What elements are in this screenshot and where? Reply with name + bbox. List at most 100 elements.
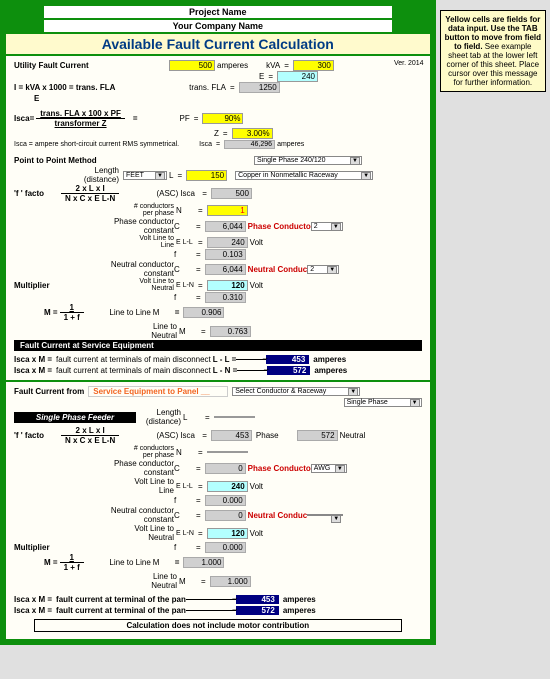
res2-formula: Isca x M = <box>14 366 52 375</box>
kva-input[interactable]: 300 <box>293 60 334 71</box>
cpp-input-2[interactable] <box>207 451 248 453</box>
multiplier-label: Multiplier <box>14 281 129 290</box>
phase-cond-dd[interactable]: 2 <box>311 222 343 231</box>
ncc-label-2: Neutral conductor constant <box>99 506 174 524</box>
result-ll: 453 <box>266 355 309 364</box>
z-input[interactable]: 3.00% <box>232 128 273 139</box>
m1-value: 0.906 <box>183 307 224 318</box>
c-label-4: C <box>174 511 192 520</box>
asc-label-2: (ASC) <box>133 431 180 440</box>
f-factor: 'f ' facto <box>14 189 59 198</box>
panel-feeder: Fault Current from Service Equipment to … <box>6 382 430 639</box>
volt-3: Volt <box>250 482 263 491</box>
ln-2: Line to Neutral <box>132 572 179 590</box>
volt-2: Volt <box>250 281 263 290</box>
vll-label-2: Volt Line to Line <box>129 477 176 495</box>
ncc-value: 6,044 <box>205 264 246 275</box>
m-eq-2: M = <box>44 558 58 567</box>
cond-raceway-dd[interactable]: Select Conductor & Raceway <box>232 387 360 396</box>
ll-label: Line to Line <box>106 308 153 317</box>
neutral-cond-label: Neutral Conduc <box>248 265 308 274</box>
amp-4: amperes <box>283 606 316 615</box>
asc-value-2: 453 <box>211 430 252 441</box>
asc-value: 500 <box>211 188 252 199</box>
amp-1: amperes <box>313 355 346 364</box>
f-factor-2: 'f ' facto <box>14 431 59 440</box>
se-to-panel[interactable]: Service Equipment to Panel __ <box>88 386 228 397</box>
length-input-2[interactable] <box>214 416 255 418</box>
arrow-icon <box>236 359 266 360</box>
result2-ll: 453 <box>236 595 279 604</box>
isca-value: 46,296 <box>224 140 275 149</box>
pcc-value: 6,044 <box>205 221 246 232</box>
res4-formula: Isca x M = <box>14 606 52 615</box>
z-label: Z <box>214 129 219 138</box>
c-label-3: C <box>174 464 192 473</box>
utility-fault-input[interactable]: 500 <box>169 60 215 71</box>
f1-value: 0.103 <box>205 249 246 260</box>
multiplier-label-2: Multiplier <box>14 543 174 552</box>
neutral-cond-2: Neutral Conduc <box>248 511 308 520</box>
cpp-input[interactable]: 1 <box>207 205 248 216</box>
phase-dd-2[interactable]: Single Phase <box>344 398 422 407</box>
awg-dd-2[interactable] <box>307 514 343 516</box>
vln-label: Volt Line to Neutral <box>129 278 176 292</box>
res1-text: fault current at terminals of main disco… <box>56 355 211 364</box>
ell-2: E L-L <box>176 483 194 490</box>
pcc-label-2: Phase conductor constant <box>103 459 174 477</box>
vln-value: 120 <box>207 280 248 291</box>
vln-value-2: 120 <box>207 528 248 539</box>
e-value[interactable]: 240 <box>277 71 318 82</box>
project-name[interactable]: Project Name <box>44 6 392 18</box>
ln-label: Line to Neutral <box>132 322 179 340</box>
res1-suffix: L - L = <box>213 355 237 364</box>
spf-header: Single Phase Feeder <box>14 412 136 423</box>
pf-input[interactable]: 90% <box>202 113 243 124</box>
f1-value-2: 0.000 <box>205 495 246 506</box>
res1-formula: Isca x M = <box>14 355 52 364</box>
f2-value-2: 0.000 <box>205 542 246 553</box>
volt-1: Volt <box>250 238 263 247</box>
f-label-2: f <box>174 293 192 302</box>
unit-dropdown[interactable]: FEET <box>123 171 167 180</box>
neutral-cond-dd[interactable]: 2 <box>307 265 339 274</box>
length-label: Length (distance) <box>74 166 121 184</box>
amp-label: amperes <box>277 141 304 148</box>
tfla-label: trans. FLA <box>169 83 226 92</box>
eln-2: E L-N <box>176 530 194 537</box>
m-l1: M <box>153 308 171 317</box>
length-input[interactable]: 150 <box>186 170 227 181</box>
ncc-label: Neutral conductor constant <box>99 260 174 278</box>
arrow-icon <box>186 610 236 611</box>
awg-dd[interactable]: AWG <box>311 464 347 473</box>
arrow-icon <box>237 370 267 371</box>
isca-short: Isca <box>199 141 212 148</box>
cpp-label-2: # conductors per phase <box>129 445 176 459</box>
f2-value: 0.310 <box>205 292 246 303</box>
pf-label: PF <box>180 114 190 123</box>
pcc-label: Phase conductor constant <box>103 217 174 235</box>
isca-formula: trans. FLA x 100 x PFtransformer Z <box>36 109 125 128</box>
f-3: f <box>174 496 192 505</box>
res2-text: fault current at terminals of main disco… <box>56 366 211 375</box>
m2-value: 0.763 <box>210 326 251 337</box>
phase-cond-label: Phase Conducto <box>248 222 311 231</box>
L2: L <box>183 413 201 422</box>
pcc-value-2: 0 <box>205 463 246 474</box>
company-name[interactable]: Your Company Name <box>44 20 392 32</box>
formula-1b: E <box>34 94 39 103</box>
page-title: Available Fault Current Calculation <box>6 34 430 54</box>
utility-fault-label: Utility Fault Current <box>14 61 169 70</box>
raceway-dropdown[interactable]: Copper in Nonmetallic Raceway <box>235 171 373 180</box>
eln-label: E L-N <box>176 282 194 289</box>
phase-lbl: Phase <box>256 431 279 440</box>
isca-i: Isca <box>180 189 198 198</box>
formula-1: I = kVA x 1000 = trans. FLA <box>14 83 169 92</box>
arrow-icon <box>186 599 236 600</box>
isca-i-2: Isca <box>180 431 198 440</box>
phase-dropdown[interactable]: Single Phase 240/120 <box>254 156 362 165</box>
isca-note: Isca = ampere short-circuit current RMS … <box>14 141 179 148</box>
m-l3: M <box>153 558 171 567</box>
ll-2: Line to Line <box>106 558 153 567</box>
f-label-1: f <box>174 250 192 259</box>
